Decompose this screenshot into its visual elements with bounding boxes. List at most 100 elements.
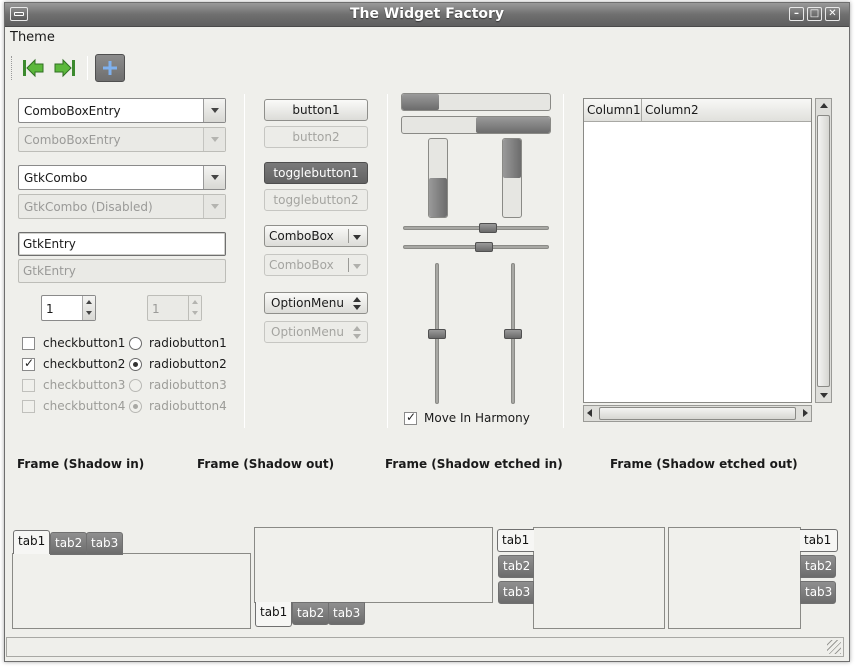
toolbar-grip[interactable] bbox=[11, 56, 13, 80]
notebook-top-tab2[interactable]: tab2 bbox=[50, 532, 88, 555]
column-separator-3 bbox=[563, 94, 564, 428]
spin-button-disabled: 1 bbox=[147, 295, 202, 321]
maximize-button[interactable]: □ bbox=[807, 7, 822, 21]
spin-button-disabled-arrows bbox=[188, 296, 201, 320]
notebook-right-tab1[interactable]: tab1 bbox=[800, 529, 838, 552]
checkbox-disabled-icon bbox=[22, 379, 35, 392]
column2-header[interactable]: Column2 bbox=[642, 99, 811, 122]
scroll-left-icon[interactable] bbox=[587, 409, 592, 417]
scroll-up-icon[interactable] bbox=[820, 103, 828, 108]
spin-button[interactable]: 1 bbox=[41, 295, 96, 321]
checkbox-icon[interactable] bbox=[22, 337, 35, 350]
notebook-right-tab3[interactable]: tab3 bbox=[800, 581, 836, 604]
option-menu-disabled-label: OptionMenu bbox=[271, 325, 344, 339]
go-last-icon bbox=[54, 58, 75, 78]
notebook-left-tab2[interactable]: tab2 bbox=[498, 555, 534, 578]
radio-icon[interactable] bbox=[129, 337, 142, 350]
togglebutton2: togglebutton2 bbox=[264, 189, 368, 211]
tree-view[interactable]: Column1 Column2 bbox=[583, 98, 812, 403]
hscale-2-slider[interactable] bbox=[475, 242, 493, 252]
notebook-bottom-tab3[interactable]: tab3 bbox=[328, 602, 366, 625]
move-in-harmony-label: Move In Harmony bbox=[424, 411, 530, 425]
go-last-button[interactable] bbox=[50, 54, 80, 82]
spin-button-arrows[interactable] bbox=[82, 296, 95, 320]
combo-box-entry-text[interactable]: ComboBoxEntry bbox=[24, 104, 121, 118]
progress-fill-h2 bbox=[476, 117, 550, 133]
checkbutton4-label: checkbutton4 bbox=[43, 399, 126, 413]
gtk-combo-disabled-dropdown bbox=[203, 195, 225, 218]
horizontal-scrollbar-thumb[interactable] bbox=[599, 407, 796, 420]
progress-bar-v2 bbox=[502, 138, 522, 218]
status-bar bbox=[6, 637, 844, 657]
checkbutton2-label: checkbutton2 bbox=[43, 357, 126, 371]
minimize-button[interactable]: – bbox=[789, 7, 804, 21]
resize-grip-icon[interactable] bbox=[827, 640, 841, 654]
gtk-combo-dropdown[interactable] bbox=[203, 166, 225, 189]
checkbox-checked-icon[interactable]: ✓ bbox=[404, 410, 417, 425]
option-menu-disabled: OptionMenu bbox=[264, 321, 368, 343]
combo-box-entry-disabled-text: ComboBoxEntry bbox=[24, 133, 121, 147]
gtk-combo-text[interactable]: GtkCombo bbox=[24, 171, 87, 185]
frame-shadow-in-label: Frame (Shadow in) bbox=[17, 457, 145, 471]
progress-fill-v1 bbox=[429, 178, 447, 217]
combobox-separator bbox=[348, 229, 349, 243]
gtk-entry-text[interactable]: GtkEntry bbox=[23, 237, 76, 251]
hscale-1-slider[interactable] bbox=[479, 223, 497, 233]
scroll-down-icon[interactable] bbox=[820, 393, 828, 398]
combobox-label: ComboBox bbox=[269, 229, 334, 243]
go-first-icon bbox=[23, 58, 44, 78]
title-bar[interactable]: The Widget Factory – □ ✕ bbox=[5, 3, 849, 27]
column1-header[interactable]: Column1 bbox=[584, 99, 642, 122]
gtk-combo[interactable]: GtkCombo bbox=[18, 165, 226, 190]
combobox[interactable]: ComboBox bbox=[264, 225, 368, 247]
checkbox-checked-icon[interactable]: ✓ bbox=[22, 356, 35, 371]
radiobutton4-label: radiobutton4 bbox=[149, 399, 227, 413]
button1[interactable]: button1 bbox=[264, 99, 368, 121]
notebook-left-tab3[interactable]: tab3 bbox=[498, 581, 534, 604]
hscale-1-track[interactable] bbox=[403, 226, 549, 230]
notebook-bottom-page bbox=[254, 527, 493, 603]
close-button[interactable]: ✕ bbox=[825, 7, 840, 21]
notebook-top-tab1[interactable]: tab1 bbox=[13, 530, 51, 554]
column-separator-1 bbox=[244, 94, 245, 428]
button2: button2 bbox=[264, 126, 368, 148]
column-separator-2 bbox=[387, 94, 388, 428]
notebook-bottom-tab1[interactable]: tab1 bbox=[255, 602, 293, 627]
spin-up-icon bbox=[86, 300, 92, 304]
combo-box-entry[interactable]: ComboBoxEntry bbox=[18, 98, 226, 123]
horizontal-scrollbar[interactable] bbox=[583, 405, 812, 422]
vscale-1-slider[interactable] bbox=[428, 329, 446, 339]
togglebutton1[interactable]: togglebutton1 bbox=[264, 162, 368, 184]
scroll-right-icon[interactable] bbox=[803, 409, 808, 417]
notebook-right-tab2[interactable]: tab2 bbox=[800, 555, 836, 578]
radio-dot-icon bbox=[133, 362, 138, 367]
vscale-2-slider[interactable] bbox=[504, 329, 522, 339]
checkbox-disabled-icon bbox=[22, 400, 35, 413]
radio-selected-icon[interactable] bbox=[129, 358, 142, 371]
spin-button-value[interactable]: 1 bbox=[46, 302, 54, 316]
progress-fill-h1 bbox=[402, 94, 439, 110]
progress-fill-v2 bbox=[503, 139, 521, 178]
combo-box-entry-dropdown[interactable] bbox=[203, 99, 225, 122]
option-menu[interactable]: OptionMenu bbox=[264, 292, 368, 314]
maximize-icon: □ bbox=[809, 8, 820, 19]
combobox-disabled-separator bbox=[348, 258, 349, 272]
gtk-entry[interactable]: GtkEntry bbox=[18, 232, 226, 256]
add-button[interactable] bbox=[95, 54, 125, 82]
go-first-button[interactable] bbox=[18, 54, 48, 82]
spin-up-icon bbox=[192, 300, 198, 304]
updown-arrows-icon bbox=[353, 297, 361, 311]
vertical-scrollbar[interactable] bbox=[815, 98, 832, 403]
radio-disabled-icon bbox=[129, 379, 142, 392]
chevron-down-icon bbox=[353, 264, 361, 269]
gtk-entry-disabled: GtkEntry bbox=[18, 259, 226, 283]
menu-theme[interactable]: Theme bbox=[10, 30, 55, 45]
chevron-down-icon bbox=[211, 108, 219, 113]
notebook-bottom-tab2[interactable]: tab2 bbox=[292, 602, 330, 625]
combobox-disabled: ComboBox bbox=[264, 254, 368, 276]
notebook-left-tab1[interactable]: tab1 bbox=[497, 529, 534, 552]
checkbutton1-label: checkbutton1 bbox=[43, 336, 126, 350]
updown-arrows-icon bbox=[353, 326, 361, 340]
vertical-scrollbar-thumb[interactable] bbox=[817, 115, 830, 387]
notebook-top-tab3[interactable]: tab3 bbox=[86, 532, 124, 555]
